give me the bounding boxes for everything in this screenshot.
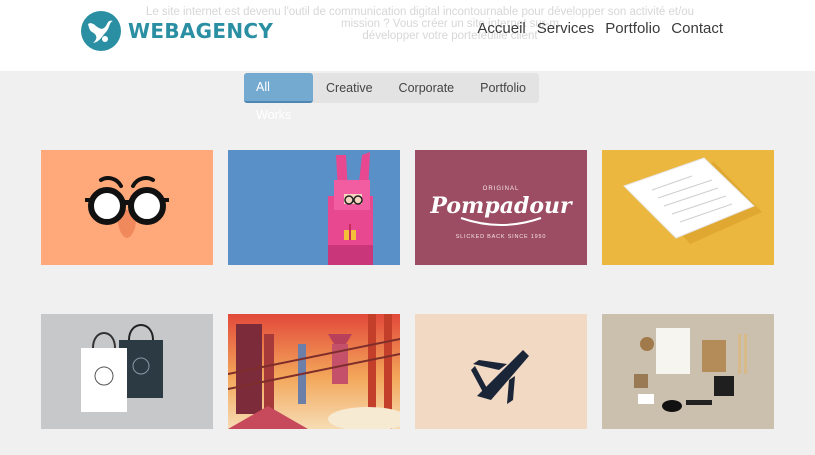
portfolio-item-stationery[interactable] [602, 150, 774, 265]
plane-logo-icon [415, 314, 587, 429]
nav-accueil[interactable]: Accueil [477, 20, 525, 37]
logo[interactable]: WEBAGENCY [80, 10, 273, 52]
filter-creative[interactable]: Creative [313, 73, 386, 103]
filter-portfolio[interactable]: Portfolio [467, 73, 539, 103]
portfolio-item-pompadour[interactable]: ORIGINAL Pompadour SLICKED BACK SINCE 19… [415, 150, 587, 265]
city-illustration-icon [228, 314, 400, 429]
main-nav: Accueil Services Portfolio Contact [477, 20, 723, 37]
portfolio-item-glasses[interactable] [41, 150, 213, 265]
pompadour-logo: ORIGINAL Pompadour SLICKED BACK SINCE 19… [415, 150, 587, 265]
header: Le site internet est devenu l'outil de c… [0, 0, 815, 71]
portfolio-item-branding[interactable] [602, 314, 774, 429]
pompadour-wordmark: Pompadour [429, 193, 573, 219]
branding-mockup-icon [602, 314, 774, 429]
logo-mark-icon [81, 11, 121, 51]
portfolio-item-city[interactable] [228, 314, 400, 429]
rabbit-character-icon [228, 150, 400, 265]
nav-portfolio[interactable]: Portfolio [605, 20, 660, 37]
portfolio-item-plane[interactable] [415, 314, 587, 429]
shopping-bags-icon [41, 314, 213, 429]
nav-services[interactable]: Services [537, 20, 595, 37]
stationery-icon [602, 150, 774, 265]
portfolio-filter-bar: All Works Creative Corporate Portfolio [244, 73, 539, 122]
portfolio-item-rabbit[interactable] [228, 150, 400, 265]
pompadour-subtext-bottom: SLICKED BACK SINCE 1950 [456, 234, 547, 240]
logo-text: WEBAGENCY [128, 19, 274, 43]
glasses-icon [41, 150, 213, 265]
filter-corporate[interactable]: Corporate [386, 73, 468, 103]
pompadour-subtext-top: ORIGINAL [483, 186, 520, 192]
nav-contact[interactable]: Contact [671, 20, 723, 37]
portfolio-item-bags[interactable] [41, 314, 213, 429]
filter-all-works[interactable]: All Works [244, 73, 313, 122]
